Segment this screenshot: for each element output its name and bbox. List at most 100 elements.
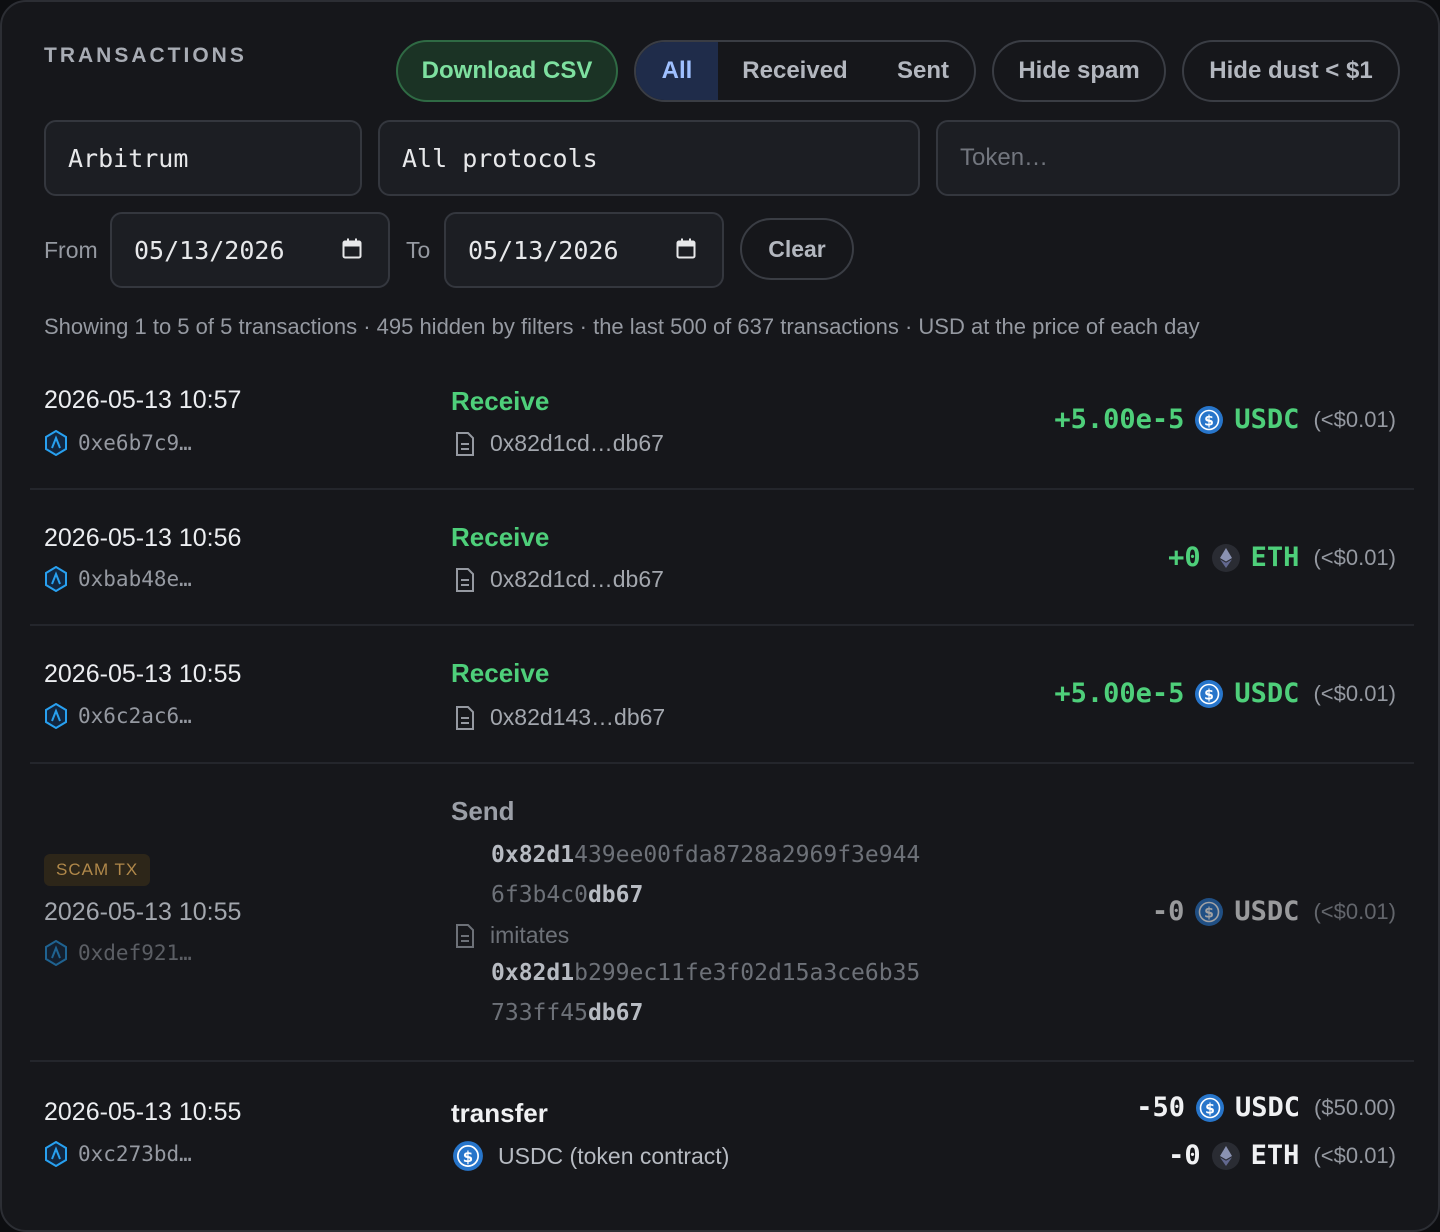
address-prefix: 0x82d1 bbox=[491, 960, 575, 986]
results-summary: Showing 1 to 5 of 5 transactions · 495 h… bbox=[44, 314, 1200, 339]
imitated-address-cont[interactable]: 733ff45db67 bbox=[491, 1000, 643, 1026]
amount-value: +5.00e-5 bbox=[1054, 678, 1185, 709]
tx-hash: 0xdef921… bbox=[78, 941, 192, 965]
clear-dates-button[interactable]: Clear bbox=[740, 218, 854, 280]
tx-kind: Send bbox=[451, 796, 515, 826]
tx-kind: Receive bbox=[451, 386, 550, 416]
usdc-icon: $ bbox=[1195, 897, 1224, 926]
tx-amount: -0 $ USDC (<$0.01) bbox=[1152, 896, 1396, 927]
panel-title: TRANSACTIONS bbox=[44, 44, 247, 67]
from-label: From bbox=[44, 237, 98, 263]
to-date-value: 05/13/2026 bbox=[468, 235, 619, 265]
address-middle: b299ec11fe3f02d15a3ce6b35 bbox=[574, 960, 921, 986]
to-label: To bbox=[406, 237, 431, 263]
usd-value: ($50.00) bbox=[1314, 1094, 1396, 1120]
svg-text:$: $ bbox=[463, 1148, 473, 1166]
tab-sent[interactable]: Sent bbox=[872, 42, 974, 100]
contract-icon bbox=[456, 923, 474, 948]
usdc-icon: $ bbox=[453, 1141, 483, 1171]
amount-value: -0 bbox=[1151, 896, 1185, 927]
amount-value: +5.00e-5 bbox=[1054, 404, 1185, 435]
tx-time: 2026-05-13 10:55 bbox=[44, 1098, 242, 1126]
transactions-panel: TRANSACTIONS Download CSV All Received S… bbox=[0, 0, 1440, 1232]
tx-hash-link[interactable]: 0xe6b7c9… bbox=[44, 430, 192, 456]
tx-time: 2026-05-13 10:56 bbox=[44, 524, 242, 552]
scam-address-cont[interactable]: 6f3b4c0db67 bbox=[491, 882, 643, 908]
download-csv-button[interactable]: Download CSV bbox=[396, 40, 618, 102]
usd-value: (<$0.01) bbox=[1313, 1142, 1396, 1168]
token-input[interactable]: Token… bbox=[936, 120, 1400, 196]
usd-value: (<$0.01) bbox=[1313, 544, 1396, 570]
chain-select[interactable]: Arbitrum bbox=[44, 120, 362, 196]
tx-hash-link[interactable]: 0x6c2ac6… bbox=[44, 703, 192, 729]
address-suffix: db67 bbox=[587, 1000, 644, 1026]
tx-hash: 0xbab48e… bbox=[78, 567, 192, 591]
hide-dust-toggle[interactable]: Hide dust < $1 bbox=[1182, 40, 1400, 102]
address-prefix: 0x82d1 bbox=[491, 842, 575, 868]
counterparty-link[interactable]: 0x82d143…db67 bbox=[454, 704, 665, 731]
counterparty-link[interactable]: 0x82d1cd…db67 bbox=[454, 566, 664, 593]
from-date-input[interactable]: 05/13/2026 bbox=[110, 212, 390, 288]
imitated-address[interactable]: 0x82d1b299ec11fe3f02d15a3ce6b35 bbox=[491, 960, 920, 986]
row-divider bbox=[30, 762, 1414, 764]
token-symbol: USDC bbox=[1234, 404, 1300, 435]
svg-text:$: $ bbox=[1205, 413, 1215, 429]
counterparty-address: 0x82d1cd…db67 bbox=[490, 430, 664, 456]
counterparty-link[interactable]: $ USDC (token contract) bbox=[452, 1140, 729, 1172]
direction-filter: All Received Sent bbox=[634, 40, 976, 102]
address-middle: 733ff45 bbox=[491, 1000, 588, 1026]
usd-value: (<$0.01) bbox=[1313, 406, 1396, 432]
contract-icon bbox=[456, 705, 474, 730]
tab-all[interactable]: All bbox=[636, 42, 718, 100]
calendar-icon[interactable] bbox=[342, 238, 362, 260]
counterparty-address: 0x82d1cd…db67 bbox=[490, 566, 664, 592]
svg-text:$: $ bbox=[1205, 905, 1215, 921]
arbitrum-icon bbox=[45, 703, 67, 729]
amount-value: +0 bbox=[1168, 542, 1201, 573]
usdc-icon: $ bbox=[1196, 1093, 1225, 1122]
tab-received[interactable]: Received bbox=[718, 42, 872, 100]
tx-time: 2026-05-13 10:55 bbox=[44, 660, 242, 688]
token-symbol: ETH bbox=[1250, 1140, 1300, 1171]
amount-value: -0 bbox=[1168, 1140, 1201, 1171]
tx-kind: transfer bbox=[451, 1098, 548, 1128]
tx-hash-link[interactable]: 0xdef921… bbox=[44, 940, 192, 966]
tx-time: 2026-05-13 10:55 bbox=[44, 898, 242, 926]
token-symbol: ETH bbox=[1250, 542, 1300, 573]
scam-address[interactable]: 0x82d1439ee00fda8728a2969f3e944 bbox=[491, 842, 920, 868]
counterparty-address: 0x82d143…db67 bbox=[490, 704, 666, 730]
scam-badge: SCAM TX bbox=[44, 854, 151, 886]
counterparty-link[interactable]: 0x82d1cd…db67 bbox=[454, 430, 664, 457]
to-date-input[interactable]: 05/13/2026 bbox=[444, 212, 724, 288]
tx-amount: +5.00e-5 $ USDC (<$0.01) bbox=[1054, 678, 1396, 709]
tx-kind: Receive bbox=[451, 658, 550, 688]
token-symbol: USDC bbox=[1235, 1092, 1301, 1123]
hide-spam-toggle[interactable]: Hide spam bbox=[992, 40, 1166, 102]
tx-hash-link[interactable]: 0xc273bd… bbox=[44, 1141, 192, 1167]
token-symbol: USDC bbox=[1234, 896, 1300, 927]
protocol-select[interactable]: All protocols bbox=[378, 120, 920, 196]
row-divider bbox=[30, 624, 1414, 626]
calendar-icon[interactable] bbox=[676, 238, 696, 260]
arbitrum-icon bbox=[45, 940, 67, 966]
amount-value: -50 bbox=[1136, 1092, 1186, 1123]
row-divider bbox=[30, 1060, 1414, 1062]
imitates-label: imitates bbox=[490, 922, 570, 948]
token-symbol: USDC bbox=[1234, 678, 1300, 709]
address-suffix: db67 bbox=[587, 882, 644, 908]
tx-amount: +0 ETH (<$0.01) bbox=[1168, 542, 1396, 573]
arbitrum-icon bbox=[45, 1141, 67, 1167]
usdc-icon: $ bbox=[1195, 405, 1224, 434]
tx-hash-link[interactable]: 0xbab48e… bbox=[44, 566, 192, 592]
svg-text:$: $ bbox=[1205, 687, 1215, 703]
tx-amount: -0 ETH (<$0.01) bbox=[1168, 1140, 1396, 1171]
eth-icon bbox=[1211, 1141, 1240, 1170]
tx-amount: -50 $ USDC ($50.00) bbox=[1136, 1092, 1396, 1123]
tx-hash: 0x6c2ac6… bbox=[78, 704, 192, 728]
arbitrum-icon bbox=[45, 566, 67, 592]
address-middle: 439ee00fda8728a2969f3e944 bbox=[574, 842, 921, 868]
usd-value: (<$0.01) bbox=[1313, 680, 1396, 706]
arbitrum-icon bbox=[45, 430, 67, 456]
usdc-icon: $ bbox=[1195, 679, 1224, 708]
eth-icon bbox=[1211, 543, 1240, 572]
